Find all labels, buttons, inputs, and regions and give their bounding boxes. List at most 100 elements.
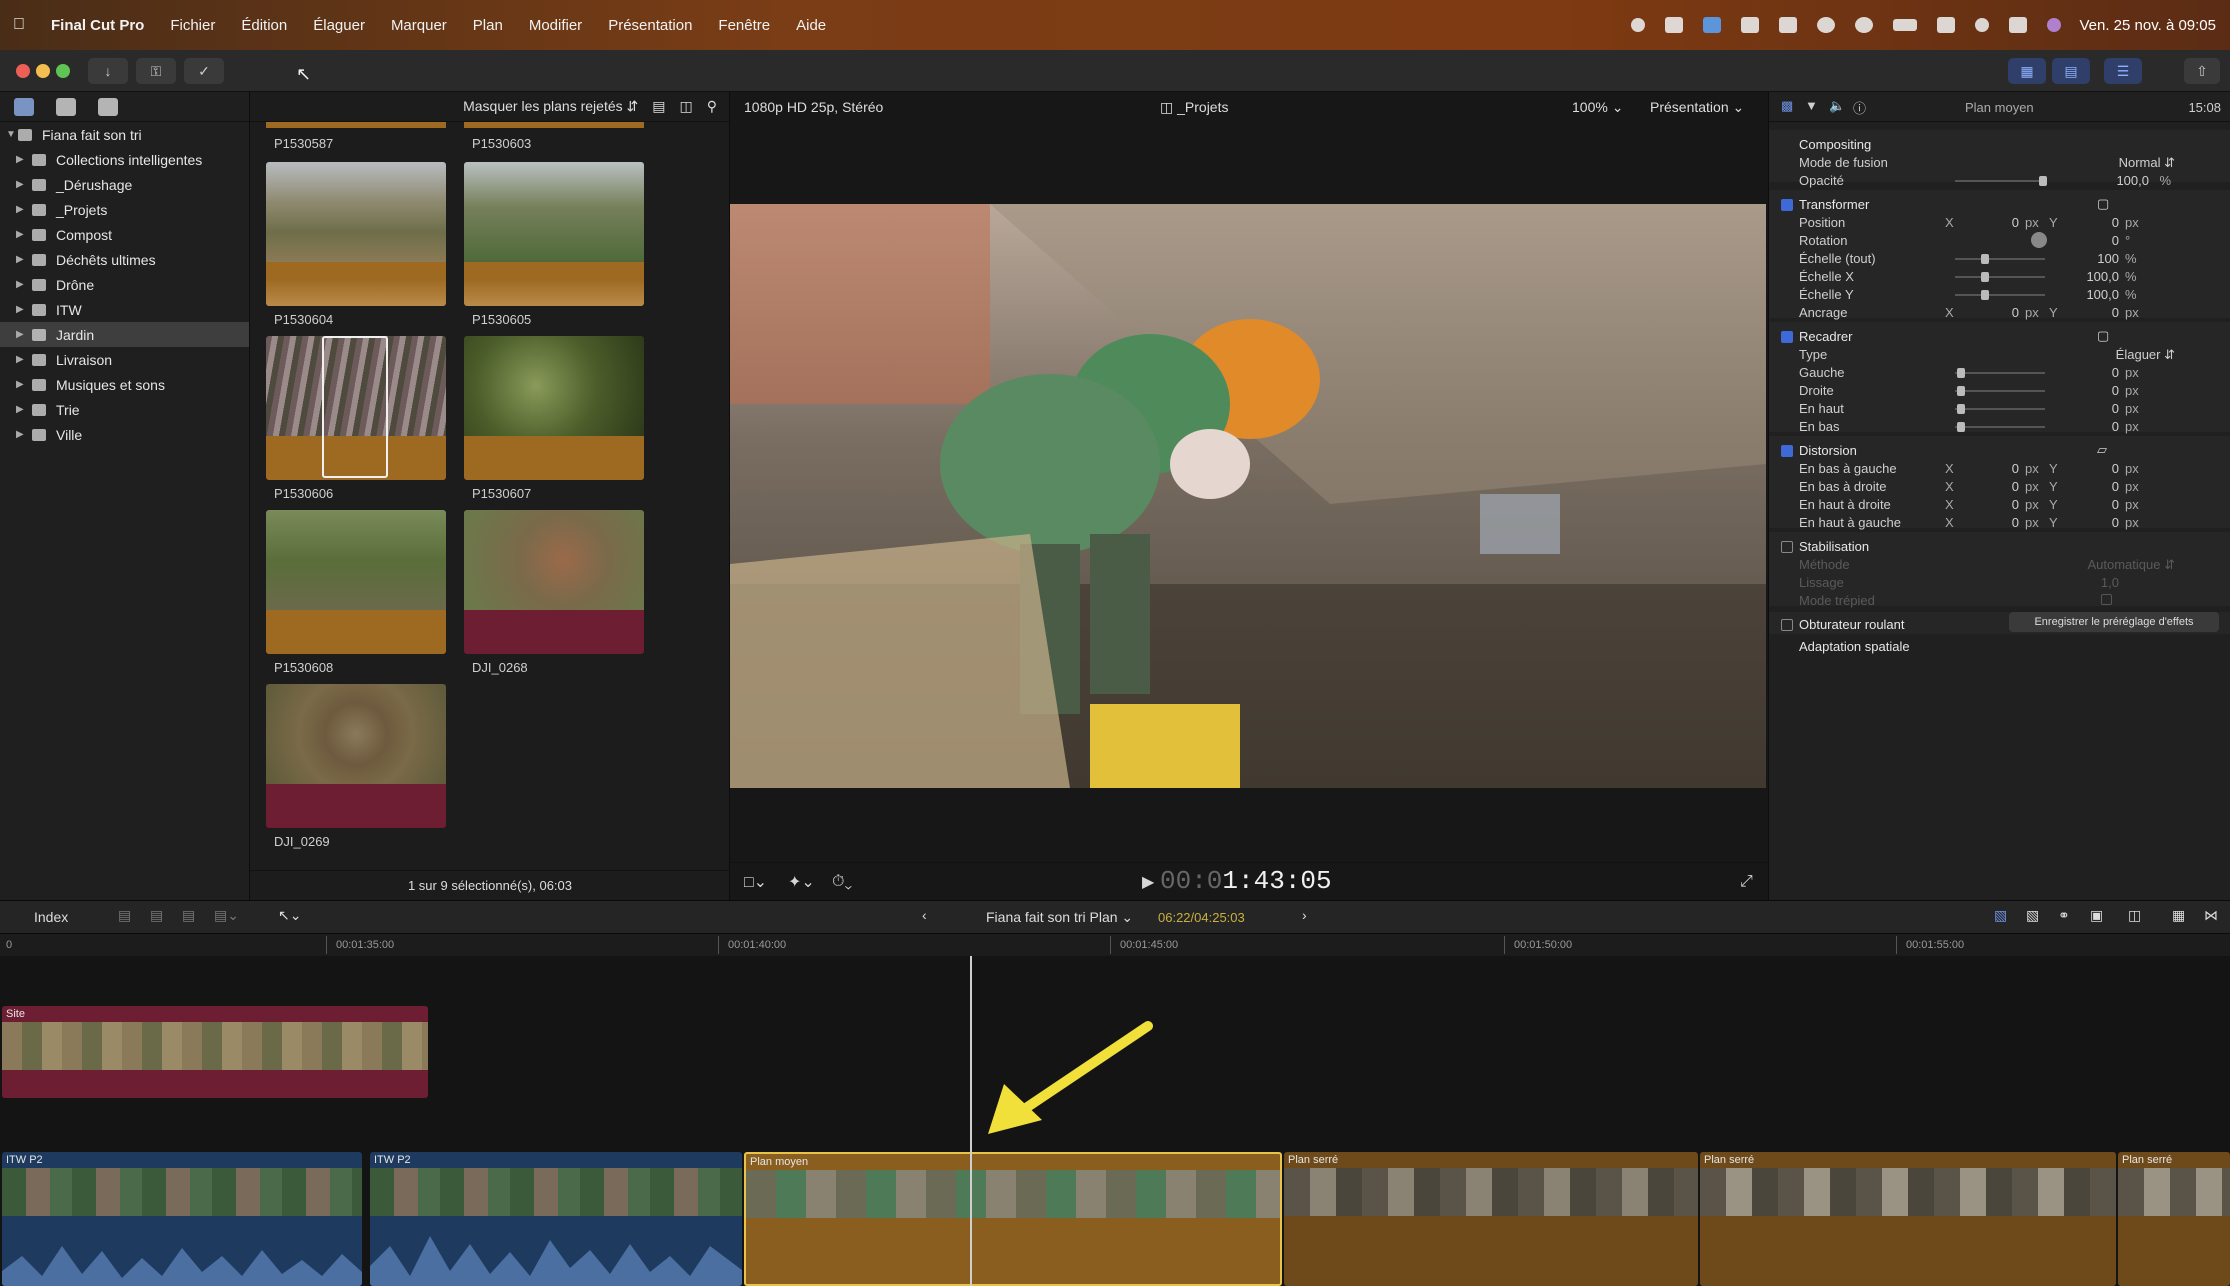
clip-thumbnail[interactable] xyxy=(266,510,446,654)
transitions-browser-icon[interactable]: ⋈ xyxy=(2204,907,2218,924)
disclosure-right-icon[interactable]: ▶ xyxy=(16,279,28,290)
menu-aide[interactable]: Aide xyxy=(783,17,839,34)
crop-top-slider[interactable] xyxy=(1955,404,2045,414)
skimming-icon[interactable]: ▧ xyxy=(1994,907,2007,924)
background-tasks-button[interactable]: ✓ xyxy=(184,58,224,84)
sidebar-item-itw[interactable]: ▶ ITW xyxy=(0,297,249,322)
scale-x-slider[interactable] xyxy=(1955,272,2045,282)
sidebar-item-musiques[interactable]: ▶ Musiques et sons xyxy=(0,372,249,397)
viewer-project[interactable]: ◫ _Projets xyxy=(1160,99,1228,116)
disclosure-right-icon[interactable]: ▶ xyxy=(16,404,28,415)
menu-marquer[interactable]: Marquer xyxy=(378,17,460,34)
clip-appearance-icon[interactable]: ◫ xyxy=(2128,907,2141,924)
titles-generators-tab-icon[interactable] xyxy=(98,97,118,116)
disclosure-down-icon[interactable]: ▼ xyxy=(6,129,18,140)
slider-knob[interactable] xyxy=(1957,404,1965,414)
disclosure-right-icon[interactable]: ▶ xyxy=(16,154,28,165)
sidebar-item-collections[interactable]: ▶ Collections intelligentes xyxy=(0,147,249,172)
timeline-ruler[interactable]: 0 00:01:35:00 00:01:40:00 00:01:45:00 00… xyxy=(0,934,2230,956)
crop-left-slider[interactable] xyxy=(1955,368,2045,378)
slider-knob[interactable] xyxy=(1981,254,1989,264)
libraries-tab-icon[interactable] xyxy=(14,97,34,116)
index-button[interactable]: Index xyxy=(34,909,68,925)
disclosure-right-icon[interactable]: ▶ xyxy=(16,329,28,340)
menu-plan[interactable]: Plan xyxy=(460,17,516,34)
menu-modifier[interactable]: Modifier xyxy=(516,17,595,34)
snapping-icon[interactable]: ▣ xyxy=(2090,907,2103,924)
filmstrip-icon[interactable]: ◫ xyxy=(680,98,693,115)
sidebar-item-jardin[interactable]: ▶ Jardin xyxy=(0,322,249,347)
sidebar-item-dechets[interactable]: ▶ Déchêts ultimes xyxy=(0,247,249,272)
slider-knob[interactable] xyxy=(2039,176,2047,186)
show-browser-button[interactable]: ▦ xyxy=(2008,58,2046,84)
library-root[interactable]: ▼ Fiana fait son tri xyxy=(0,122,249,147)
disclosure-right-icon[interactable]: ▶ xyxy=(16,354,28,365)
display-icon[interactable] xyxy=(1741,17,1760,33)
scale-y-slider[interactable] xyxy=(1955,290,2045,300)
time-machine-icon[interactable] xyxy=(1817,17,1836,33)
y-value[interactable]: 0 xyxy=(2089,305,2119,320)
y-value[interactable]: 0 xyxy=(2089,515,2119,530)
minimize-window-button[interactable] xyxy=(36,64,50,78)
display-popup[interactable]: Présentation ⌄ xyxy=(1650,99,1744,116)
enhance-icon[interactable]: ✦⌄ xyxy=(788,872,815,892)
crop-bottom-value[interactable]: 0 xyxy=(2089,419,2119,434)
audio-skimming-icon[interactable]: ▧ xyxy=(2026,907,2039,924)
clip-thumbnail[interactable] xyxy=(266,684,446,828)
transform-icon[interactable]: □⌄ xyxy=(744,872,767,892)
disclosure-right-icon[interactable]: ▶ xyxy=(16,254,28,265)
sidebar-item-trie[interactable]: ▶ Trie xyxy=(0,397,249,422)
timeline[interactable]: Site ITW P2 ITW P2 Plan moyen Plan serré… xyxy=(0,956,2230,1286)
effects-browser-icon[interactable]: ▦ xyxy=(2172,907,2185,924)
clip-thumbnail[interactable] xyxy=(464,510,644,654)
timeline-clip-site[interactable]: Site xyxy=(2,1006,428,1098)
menu-edition[interactable]: Édition xyxy=(228,17,300,34)
timeline-clip-plan-serre[interactable]: Plan serré xyxy=(2118,1152,2230,1286)
menu-elaguer[interactable]: Élaguer xyxy=(300,17,378,34)
clip-thumbnail[interactable] xyxy=(464,336,644,480)
timeline-project-name[interactable]: Fiana fait son tri Plan ⌄ xyxy=(986,909,1133,926)
menu-fichier[interactable]: Fichier xyxy=(157,17,228,34)
history-back-icon[interactable]: ‹ xyxy=(922,907,927,923)
control-center-icon[interactable] xyxy=(2009,17,2028,33)
menubar-clock[interactable]: Ven. 25 nov. à 09:05 xyxy=(2079,17,2216,34)
menu-presentation[interactable]: Présentation xyxy=(595,17,705,34)
timeline-clip-itw[interactable]: ITW P2 xyxy=(2,1152,362,1286)
sidebar-item-projets[interactable]: ▶ _Projets xyxy=(0,197,249,222)
menu-fenetre[interactable]: Fenêtre xyxy=(705,17,783,34)
timecode-display[interactable]: 00:01:43:05 xyxy=(1160,866,1332,896)
disclosure-right-icon[interactable]: ▶ xyxy=(16,179,28,190)
zoom-popup[interactable]: 100% ⌄ xyxy=(1572,99,1623,116)
disclosure-right-icon[interactable]: ▶ xyxy=(16,379,28,390)
info-inspector-icon[interactable]: ⓘ xyxy=(1853,98,1866,117)
search-icon[interactable] xyxy=(1975,18,1990,32)
slider-knob[interactable] xyxy=(1981,290,1989,300)
playhead[interactable] xyxy=(970,956,972,1286)
timeline-clip-itw[interactable]: ITW P2 xyxy=(370,1152,742,1286)
show-timeline-button[interactable]: ▤ xyxy=(2052,58,2090,84)
opacity-value[interactable]: 100,0 xyxy=(2116,173,2149,188)
disclosure-right-icon[interactable]: ▶ xyxy=(16,229,28,240)
show-inspector-button[interactable]: ☰ xyxy=(2104,58,2142,84)
keywords-button[interactable]: ⚿ xyxy=(136,58,176,84)
battery-icon[interactable] xyxy=(1893,19,1918,31)
slider-knob[interactable] xyxy=(1957,368,1965,378)
skimmer-selection[interactable] xyxy=(322,336,388,478)
app-icon[interactable] xyxy=(1703,17,1722,33)
share-button[interactable]: ⇧ xyxy=(2184,58,2220,84)
audio-inspector-icon[interactable]: 🔈 xyxy=(1829,98,1845,114)
play-icon[interactable]: ▶ xyxy=(1142,872,1154,892)
disclosure-right-icon[interactable]: ▶ xyxy=(16,429,28,440)
timeline-clip-plan-serre[interactable]: Plan serré xyxy=(1284,1152,1698,1286)
slider-knob[interactable] xyxy=(1957,422,1965,432)
disclosure-right-icon[interactable]: ▶ xyxy=(16,204,28,215)
menu-app-name[interactable]: Final Cut Pro xyxy=(38,17,157,34)
record-icon[interactable] xyxy=(1631,18,1646,32)
clip-thumbnail[interactable] xyxy=(464,162,644,306)
scale-slider[interactable] xyxy=(1955,254,2045,264)
play-icon[interactable] xyxy=(1855,17,1874,33)
headphones-icon[interactable]: ⚭ xyxy=(2058,907,2070,924)
search-icon[interactable]: ⚲ xyxy=(707,98,717,115)
import-button[interactable]: ↓ xyxy=(88,58,128,84)
wifi-icon[interactable] xyxy=(1937,17,1956,33)
